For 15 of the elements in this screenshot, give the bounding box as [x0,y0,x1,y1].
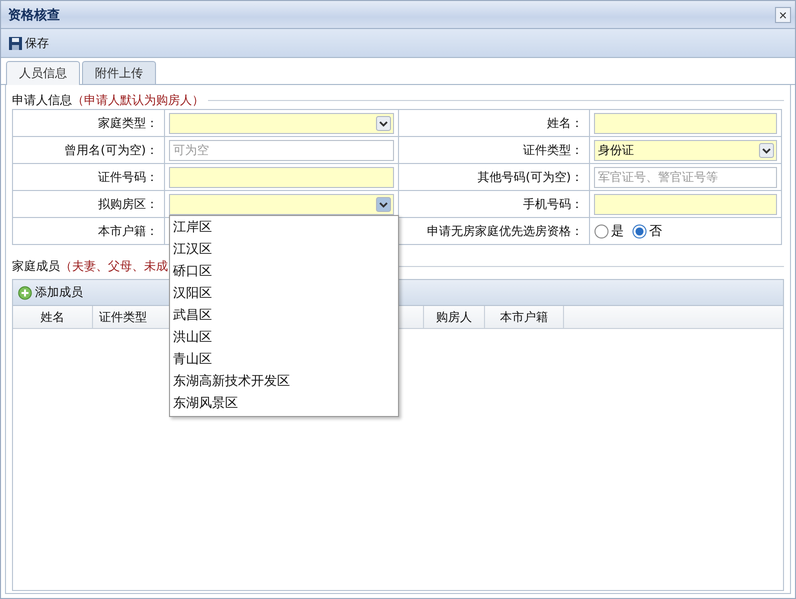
field-label: 家庭类型： [13,110,165,137]
field-label: 手机号码： [399,191,590,218]
field-label: 申请无房家庭优先选房资格： [399,218,590,245]
section-legend: 家庭成员 [12,258,60,274]
field-label: 证件号码： [13,164,165,191]
field-label: 本市户籍： [13,218,165,245]
field-label: 拟购房区： [13,191,165,218]
field-label: 曾用名(可为空)： [13,137,165,164]
field-label: 证件类型： [399,137,590,164]
field-label: 姓名： [399,110,590,137]
section-note: （夫妻、父母、未成 [60,258,168,274]
window-title: 资格核查 [8,6,60,24]
field-label: 其他号码(可为空)： [399,164,590,191]
section-note: （申请人默认为购房人） [72,92,204,108]
section-legend: 申请人信息 [12,92,72,108]
